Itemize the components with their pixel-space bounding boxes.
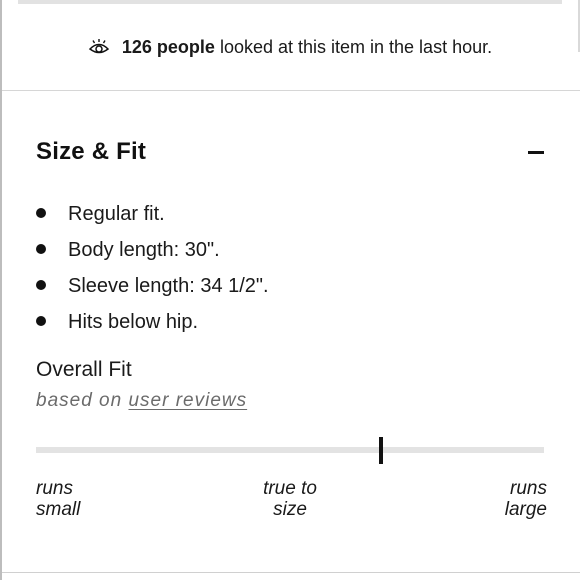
bullet-icon [36, 244, 46, 254]
collapse-button[interactable] [526, 142, 546, 162]
overall-fit-title: Overall Fit [36, 358, 132, 381]
fit-scale-marker [379, 437, 384, 464]
views-count: 126 people [121, 36, 215, 57]
scale-label-runs-large: runs large [505, 478, 547, 520]
top-strip [18, 0, 562, 4]
list-item-text: Sleeve length: 34 1/2". [68, 275, 269, 297]
minus-icon [528, 150, 544, 154]
size-fit-header[interactable]: Size & Fit [36, 132, 546, 172]
fit-scale-track [36, 447, 544, 453]
scale-label-runs-small: runs small [36, 478, 80, 520]
bullet-icon [36, 208, 46, 218]
views-text: 126 people looked at this item in the la… [122, 37, 492, 58]
list-item: Sleeve length: 34 1/2". [36, 270, 269, 306]
list-item-text: Regular fit. [68, 203, 165, 225]
subtitle-prefix: based on [36, 390, 123, 411]
list-item-text: Hits below hip. [68, 311, 199, 333]
scale-label-line: runs [510, 478, 547, 499]
list-item-text: Body length: 30". [68, 239, 220, 261]
scale-label-true-to-size: true to size [263, 478, 317, 520]
user-reviews-link[interactable]: user reviews [128, 390, 247, 411]
scale-label-line: size [273, 499, 307, 520]
section-divider-top [2, 90, 580, 91]
bullet-icon [36, 280, 46, 290]
scale-label-line: runs [36, 478, 73, 499]
panel-left-border [0, 0, 2, 580]
bullet-icon [36, 316, 46, 326]
scale-label-line: large [504, 499, 547, 520]
fit-details-list: Regular fit. Body length: 30". Sleeve le… [36, 198, 269, 342]
section-title: Size & Fit [36, 138, 147, 165]
list-item: Body length: 30". [36, 234, 269, 270]
list-item: Regular fit. [36, 198, 269, 234]
section-divider-bottom [2, 572, 580, 573]
scale-label-line: small [36, 499, 81, 520]
scale-label-line: true to [263, 478, 317, 499]
overall-fit-subtitle: based on user reviews [36, 390, 247, 412]
eye-icon [88, 38, 110, 56]
views-rest-text: looked at this item in the last hour. [219, 36, 493, 57]
list-item: Hits below hip. [36, 306, 269, 342]
recent-views-notice: 126 people looked at this item in the la… [0, 30, 580, 64]
